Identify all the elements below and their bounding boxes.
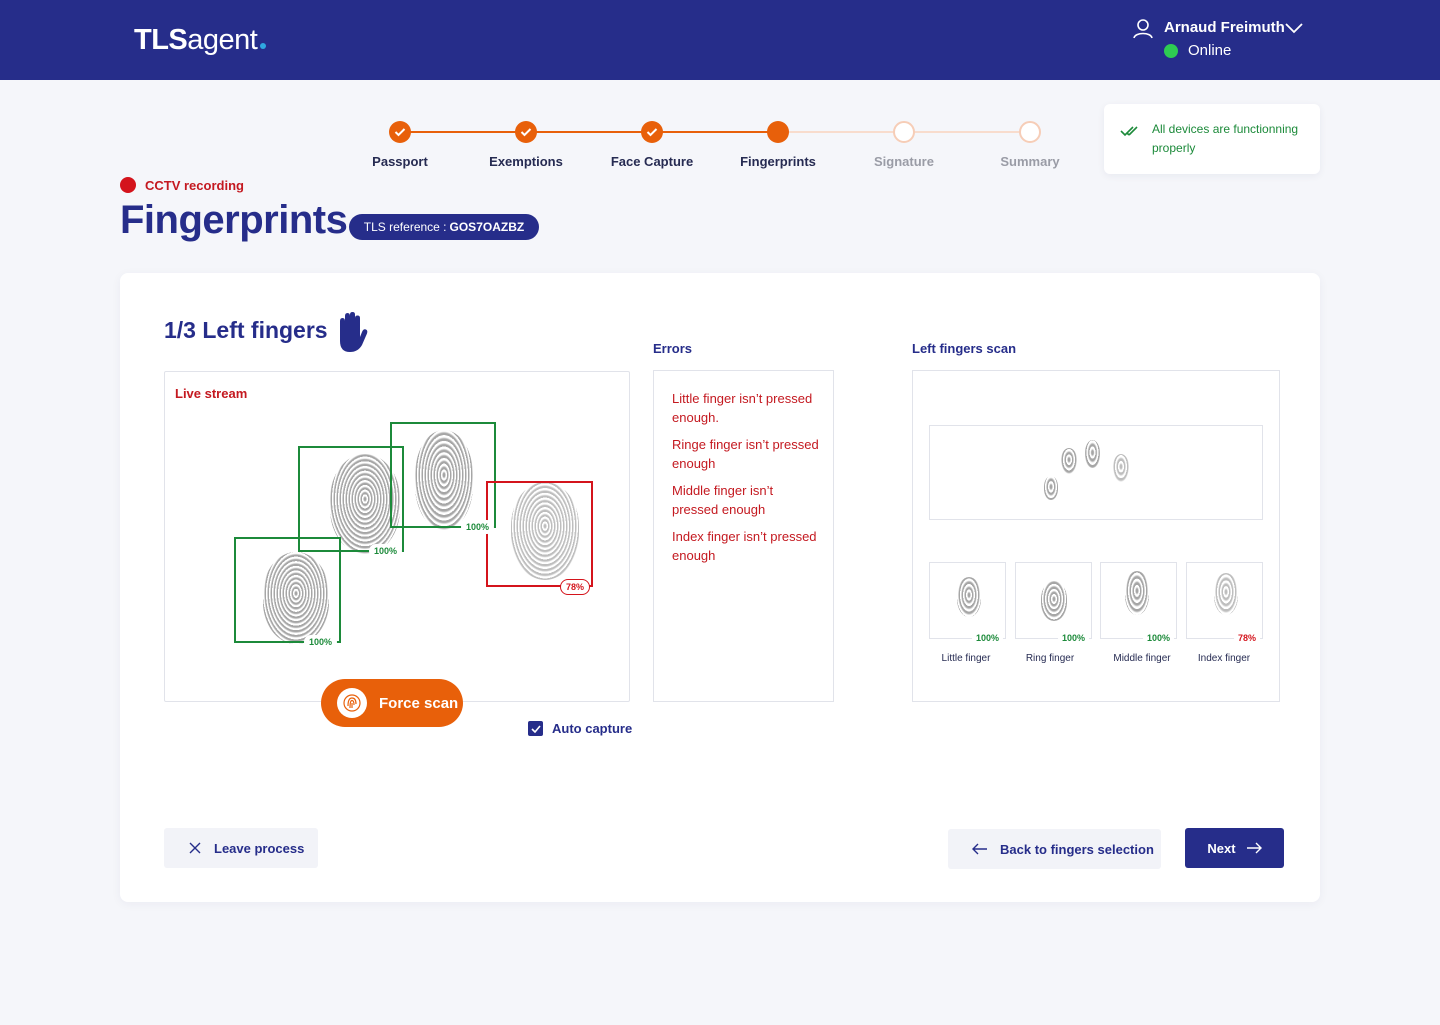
check-icon (515, 121, 537, 143)
step-label: Exemptions (489, 154, 563, 169)
thumb-quality-badge: 100% (971, 632, 1003, 644)
thumb-label: Middle finger (1113, 653, 1171, 664)
error-item: Index finger isn’t pressed enough (672, 529, 817, 563)
arrow-left-icon (972, 843, 987, 855)
device-status-text: All devices are functionning properly (1152, 122, 1299, 155)
thumb-quality-badge: 100% (1057, 632, 1089, 644)
leave-process-label: Leave process (214, 840, 305, 856)
logo-light-text: agent (187, 24, 258, 56)
thumb-print (1125, 571, 1149, 615)
reference-value: GOS7OAZBZ (449, 220, 525, 234)
next-label: Next (1207, 840, 1236, 856)
online-status-dot (1164, 44, 1178, 58)
thumb-quality-badge: 78% (1233, 632, 1260, 644)
back-label: Back to fingers selection (1000, 841, 1154, 857)
index-finger-detection-box (486, 481, 593, 587)
user-name: Arnaud Freimuth (1164, 19, 1285, 36)
step-passport[interactable]: Passport (340, 118, 460, 169)
scan-title: Left fingers scan (912, 341, 1017, 356)
index-finger-quality-badge: 78% (560, 579, 591, 595)
combined-scan-image (929, 425, 1263, 520)
pending-step-dot (1019, 121, 1041, 143)
tls-reference-badge: TLS reference : GOS7OAZBZ (349, 214, 539, 240)
scan-ring-print (1061, 448, 1077, 474)
force-scan-button[interactable]: Force scan (321, 679, 463, 727)
pending-step-dot (893, 121, 915, 143)
thumb-label: Ring finger (1025, 653, 1075, 664)
chevron-down-icon[interactable] (1284, 21, 1304, 35)
live-stream-label: Live stream (175, 386, 248, 401)
back-to-fingers-selection-button[interactable]: Back to fingers selection (948, 829, 1161, 869)
next-button[interactable]: Next (1185, 828, 1284, 868)
step-label: Passport (372, 154, 428, 169)
progress-stepper: Passport Exemptions Face Capture Fingerp… (340, 118, 1100, 178)
step-label: Face Capture (610, 154, 694, 169)
device-status-panel: All devices are functionning properly (1104, 104, 1320, 174)
errors-panel: Little finger isn’t pressed enough. Ring… (653, 370, 834, 702)
logo-bold-text: TLS (134, 24, 188, 56)
middle-finger-detection-box (390, 422, 496, 528)
check-icon (641, 121, 663, 143)
scan-index-print (1113, 454, 1129, 482)
scan-middle-print (1085, 440, 1100, 468)
user-icon (1133, 19, 1153, 39)
ring-finger-detection-box (298, 446, 404, 552)
close-icon (189, 842, 201, 854)
thumb-quality-badge: 100% (1142, 632, 1174, 644)
fingerprint-icon (337, 688, 367, 718)
error-item: Little finger isn’t pressed enough. (672, 391, 813, 425)
double-check-icon (1120, 126, 1138, 137)
errors-title: Errors (653, 341, 693, 356)
force-scan-label: Force scan (379, 694, 459, 712)
step-summary: Summary (970, 118, 1090, 169)
thumb-label: Index finger (1197, 653, 1251, 664)
page-title: Fingerprints (120, 198, 348, 242)
ring-finger-thumbnail: 100% (1015, 562, 1092, 644)
thumb-print (1214, 573, 1238, 615)
scan-panel: 100% 100% 100% 78% Little finger Ring fi… (912, 370, 1280, 702)
recording-dot-icon (120, 177, 136, 193)
tlsagent-logo[interactable]: TLS agent (134, 24, 267, 57)
error-item: Middle finger isn’t pressed enough (672, 483, 774, 517)
cctv-label: CCTV recording (145, 177, 244, 193)
check-icon (389, 121, 411, 143)
live-stream-panel: Live stream 100% 100% 100% 78% (164, 371, 630, 702)
step-face-capture[interactable]: Face Capture (592, 118, 712, 169)
step-label: Fingerprints (740, 154, 816, 169)
section-title: 1/3 Left fingers (164, 317, 328, 343)
fingerprint-card: 1/3 Left fingers Live stream 100% 100% 1… (120, 273, 1320, 902)
thumb-label: Little finger (941, 653, 991, 664)
step-label: Signature (874, 154, 934, 169)
ring-finger-quality-badge: 100% (369, 544, 403, 558)
logo-dot (260, 43, 267, 49)
step-signature: Signature (844, 118, 964, 169)
cctv-indicator: CCTV recording (120, 177, 244, 193)
leave-process-button[interactable]: Leave process (164, 828, 318, 868)
error-item: Ringe finger isn’t pressed enough (672, 437, 819, 471)
little-finger-thumbnail: 100% (929, 562, 1006, 644)
user-status: Online (1188, 42, 1232, 59)
scan-little-print (1044, 476, 1058, 500)
little-finger-detection-box (234, 537, 341, 643)
thumb-print (957, 577, 981, 617)
auto-capture-label: Auto capture (552, 721, 633, 736)
middle-finger-thumbnail: 100% (1100, 562, 1177, 644)
step-label: Summary (1000, 154, 1060, 169)
top-bar: TLS agent Arnaud Freimuth Online (0, 0, 1440, 80)
step-fingerprints[interactable]: Fingerprints (718, 118, 838, 169)
checkbox-checked-icon[interactable] (528, 721, 543, 736)
thumb-print (1041, 581, 1067, 621)
reference-label: TLS reference : (363, 220, 447, 234)
left-hand-icon (340, 312, 368, 352)
index-finger-thumbnail: 78% (1186, 562, 1263, 644)
current-step-dot (767, 121, 789, 143)
little-finger-quality-badge: 100% (304, 635, 338, 649)
arrow-right-icon (1246, 842, 1262, 854)
user-menu[interactable]: Arnaud Freimuth Online (1132, 18, 1312, 66)
step-exemptions[interactable]: Exemptions (466, 118, 586, 169)
middle-finger-quality-badge: 100% (461, 520, 495, 534)
auto-capture-checkbox[interactable]: Auto capture (528, 721, 632, 736)
